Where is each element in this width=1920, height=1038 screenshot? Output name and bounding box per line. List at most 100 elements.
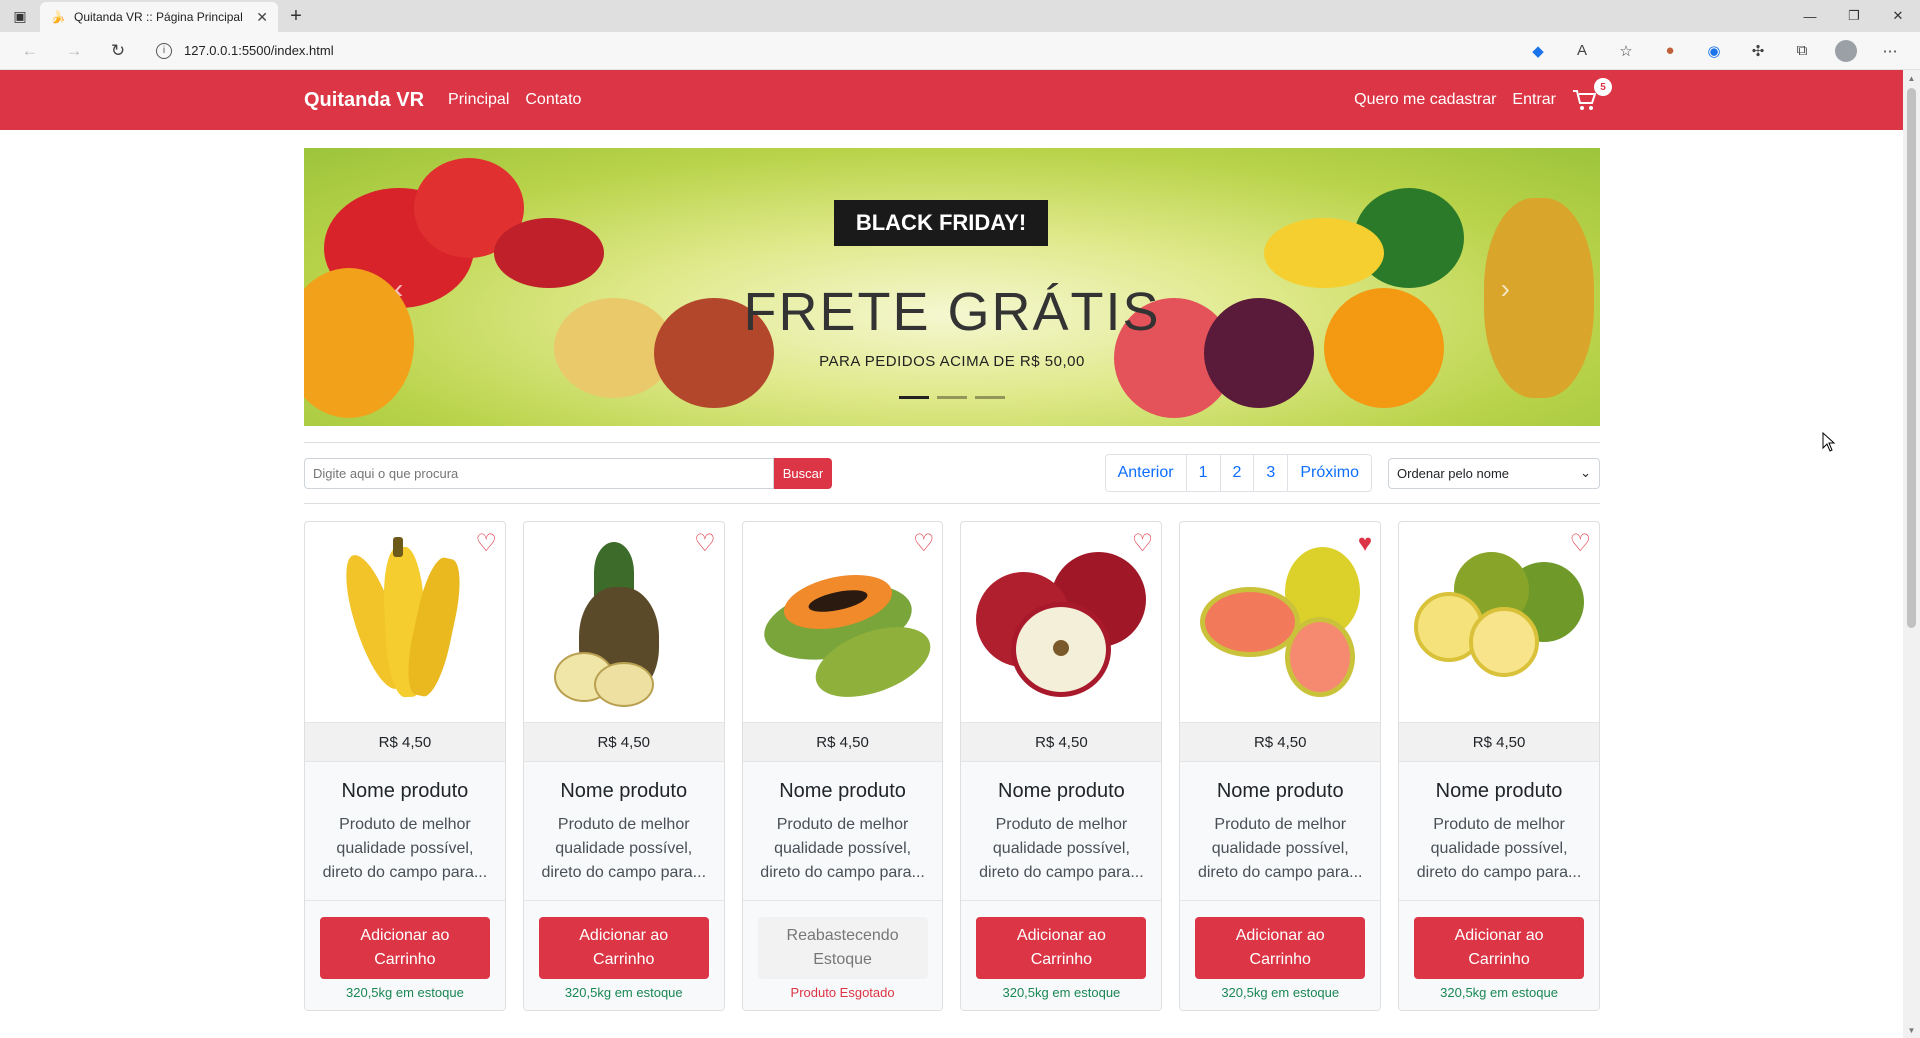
minimize-icon[interactable]: — <box>1788 0 1832 32</box>
sort-select[interactable]: Ordenar pelo nome ⌄ <box>1388 457 1600 489</box>
product-name: Nome produto <box>1435 780 1563 802</box>
banana-favicon-icon: 🍌 <box>50 10 66 24</box>
tab-title: Quitanda VR :: Página Principal <box>74 10 243 24</box>
restore-icon[interactable]: ❐ <box>1832 0 1876 32</box>
add-to-cart-button[interactable]: Adicionar ao Carrinho <box>1195 917 1366 979</box>
heart-filled-icon[interactable]: ♥ <box>1358 532 1372 556</box>
product-image: ♥ <box>1180 522 1380 722</box>
more-menu-icon[interactable]: ⋯ <box>1868 35 1912 67</box>
product-description: Produto de melhor qualidade possível, di… <box>760 816 925 881</box>
page-scrollbar[interactable]: ▲ ▼ <box>1903 70 1920 1038</box>
back-icon[interactable]: ← <box>8 35 52 67</box>
close-window-icon[interactable]: ✕ <box>1876 0 1920 32</box>
product-card: ♡ R$ 4,50 Nome produto Produto de melhor… <box>304 521 506 1011</box>
product-price: R$ 4,50 <box>961 722 1162 762</box>
heart-outline-icon[interactable]: ♡ <box>475 532 497 556</box>
stock-status: Produto Esgotado <box>790 985 895 1000</box>
heart-outline-icon[interactable]: ♡ <box>694 532 716 556</box>
address-bar: ← → ↻ i 127.0.0.1:5500/index.html ◆ A ☆ … <box>0 32 1920 70</box>
stock-status: 320,5kg em estoque <box>1002 985 1121 1000</box>
nav-link-contato[interactable]: Contato <box>525 91 581 109</box>
add-to-cart-button[interactable]: Adicionar ao Carrinho <box>976 917 1147 979</box>
scroll-up-icon[interactable]: ▲ <box>1903 70 1920 86</box>
product-price: R$ 4,50 <box>305 722 505 762</box>
tab-actions-icon[interactable]: ▣ <box>0 0 40 32</box>
scroll-down-icon[interactable]: ▼ <box>1903 1022 1920 1038</box>
banana-image <box>315 532 495 712</box>
product-image: ♡ <box>961 522 1161 722</box>
product-name: Nome produto <box>341 780 469 802</box>
extension-icon[interactable]: ● <box>1648 35 1692 67</box>
add-to-cart-button[interactable]: Adicionar ao Carrinho <box>319 917 490 979</box>
search-button[interactable]: Buscar <box>774 457 832 489</box>
close-tab-icon[interactable]: ✕ <box>256 9 268 26</box>
carousel-indicator-2[interactable] <box>937 396 967 399</box>
cart-count-badge: 5 <box>1594 78 1612 96</box>
scrollbar-thumb[interactable] <box>1907 88 1916 628</box>
extensions-puzzle-icon[interactable]: ✣ <box>1736 35 1780 67</box>
product-name: Nome produto <box>560 780 688 802</box>
cart-icon[interactable]: 5 <box>1572 78 1612 114</box>
guava-image <box>1190 532 1370 712</box>
heart-outline-icon[interactable]: ♡ <box>913 532 935 556</box>
product-price: R$ 4,50 <box>1180 722 1381 762</box>
product-description: Produto de melhor qualidade possível, di… <box>541 816 707 881</box>
search-form: Buscar <box>304 457 832 489</box>
pagination-prev[interactable]: Anterior <box>1106 455 1187 491</box>
read-aloud-icon[interactable]: A <box>1560 35 1604 67</box>
product-image: ♡ <box>743 522 943 722</box>
promo-carousel[interactable]: ‹ › BLACK FRIDAY! FRETE GRÁTIS PARA PEDI… <box>304 148 1600 426</box>
product-description: Produto de melhor qualidade possível, di… <box>1197 816 1363 881</box>
pagination-next[interactable]: Próximo <box>1288 455 1371 491</box>
stock-status: 320,5kg em estoque <box>1221 985 1340 1000</box>
collections-icon[interactable]: ⧉ <box>1780 35 1824 67</box>
product-description: Produto de melhor qualidade possível, di… <box>322 816 488 881</box>
nav-link-principal[interactable]: Principal <box>448 91 509 109</box>
brand-logo[interactable]: Quitanda VR <box>304 89 424 112</box>
pagination-page-3[interactable]: 3 <box>1254 455 1289 491</box>
reload-icon[interactable]: ↻ <box>96 35 140 67</box>
register-link[interactable]: Quero me cadastrar <box>1354 91 1496 109</box>
product-name: Nome produto <box>779 780 906 802</box>
stock-status: 320,5kg em estoque <box>564 985 683 1000</box>
add-to-cart-button[interactable]: Adicionar ao Carrinho <box>1414 917 1585 979</box>
new-tab-button[interactable]: + <box>278 0 314 32</box>
product-price: R$ 4,50 <box>1399 722 1599 762</box>
url-field[interactable]: i 127.0.0.1:5500/index.html <box>144 36 1508 66</box>
product-card: ♡ R$ 4,50 Nome produto Produto de melhor… <box>1398 521 1600 1011</box>
extension-2-icon[interactable]: ◉ <box>1692 35 1736 67</box>
black-friday-badge: BLACK FRIDAY! <box>834 200 1048 246</box>
forward-icon[interactable]: → <box>52 35 96 67</box>
profile-avatar[interactable] <box>1824 35 1868 67</box>
pagination-page-1[interactable]: 1 <box>1187 455 1221 491</box>
stock-status: 320,5kg em estoque <box>346 985 464 1000</box>
heart-outline-icon[interactable]: ♡ <box>1569 532 1591 556</box>
product-image: ♡ <box>1399 522 1599 722</box>
browser-tab[interactable]: 🍌 Quitanda VR :: Página Principal ✕ <box>40 2 278 32</box>
product-card: ♥ R$ 4,50 Nome produto Produto de melhor… <box>1179 521 1382 1011</box>
heart-outline-icon[interactable]: ♡ <box>1132 532 1154 556</box>
search-input[interactable] <box>304 457 774 489</box>
site-navbar: Quitanda VR Principal Contato Quero me c… <box>0 70 1903 130</box>
restocking-button[interactable]: Reabastecendo Estoque <box>757 917 928 979</box>
product-card: ♡ R$ 4,50 Nome produto Produto de melhor… <box>522 521 725 1011</box>
product-name: Nome produto <box>998 780 1125 802</box>
site-info-icon[interactable]: i <box>156 42 172 59</box>
product-image: ♡ <box>305 522 505 722</box>
add-to-cart-button[interactable]: Adicionar ao Carrinho <box>538 917 709 979</box>
favorite-star-icon[interactable]: ☆ <box>1604 35 1648 67</box>
carousel-indicator-3[interactable] <box>975 396 1005 399</box>
papaya-image <box>753 532 940 712</box>
product-price: R$ 4,50 <box>742 722 943 762</box>
login-link[interactable]: Entrar <box>1512 91 1556 109</box>
apple-image <box>971 532 1151 712</box>
divider <box>304 503 1600 504</box>
url-text: 127.0.0.1:5500/index.html <box>184 43 334 58</box>
pagination: Anterior 1 2 3 Próximo <box>1104 454 1372 492</box>
pagination-page-2[interactable]: 2 <box>1221 455 1255 491</box>
stock-status: 320,5kg em estoque <box>1440 985 1558 1000</box>
product-price: R$ 4,50 <box>523 722 724 762</box>
product-description: Produto de melhor qualidade possível, di… <box>1416 816 1582 881</box>
carousel-indicator-1[interactable] <box>899 396 929 399</box>
tag-icon[interactable]: ◆ <box>1516 35 1560 67</box>
